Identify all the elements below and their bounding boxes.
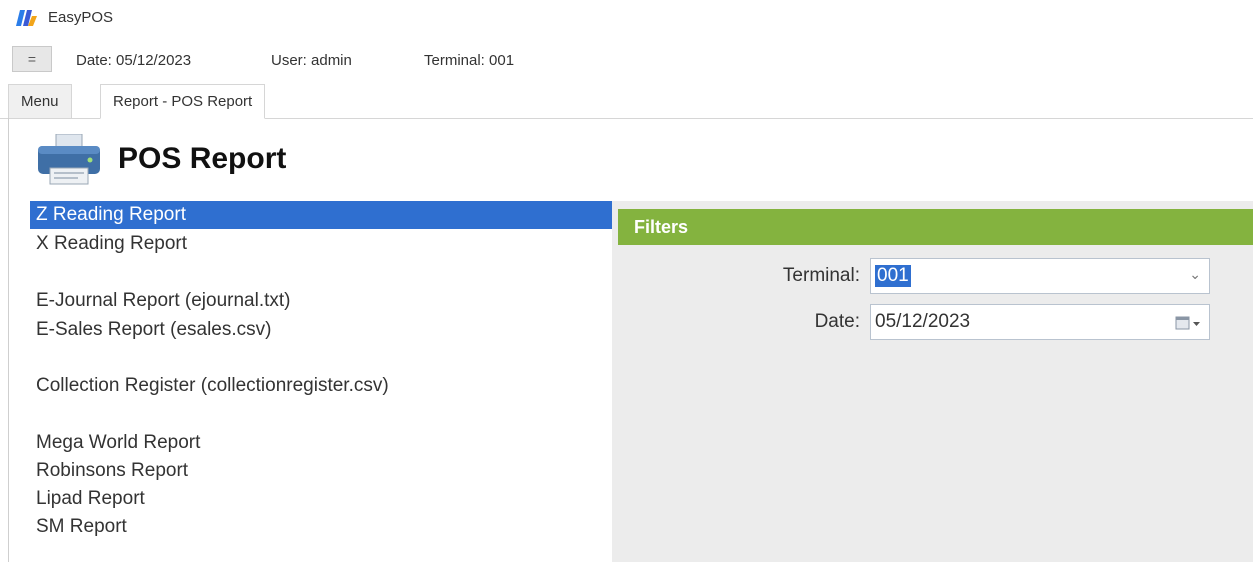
- report-item-label: Mega World Report: [36, 432, 201, 453]
- printer-icon: [38, 134, 100, 185]
- content-border: [8, 118, 9, 562]
- chevron-down-icon[interactable]: ⌄: [1189, 266, 1201, 283]
- menu-toggle-button[interactable]: =: [12, 46, 52, 72]
- filters-header: Filters: [618, 209, 1253, 245]
- report-item-label: E-Sales Report (esales.csv): [36, 319, 272, 340]
- terminal-info: Terminal: 001: [424, 52, 515, 69]
- title-bar: EasyPOS: [0, 0, 1253, 40]
- report-item-z-reading[interactable]: Z Reading Report: [30, 201, 612, 229]
- report-item-robinsons[interactable]: Robinsons Report: [30, 457, 612, 485]
- report-item-x-reading[interactable]: X Reading Report: [30, 230, 612, 258]
- date-value: 05/12/2023: [875, 311, 971, 332]
- tab-menu[interactable]: Menu: [8, 84, 72, 118]
- terminal-value: 001: [875, 265, 911, 287]
- report-item-collection-register[interactable]: Collection Register (collectionregister.…: [30, 372, 612, 400]
- report-item-label: Lipad Report: [36, 488, 145, 509]
- report-item-label: Collection Register (collectionregister.…: [36, 375, 389, 396]
- date-info: Date: 05/12/2023: [76, 52, 192, 69]
- report-item-label: Robinsons Report: [36, 460, 189, 481]
- report-item-mega-world[interactable]: Mega World Report: [30, 429, 612, 457]
- menu-toggle-icon: =: [27, 51, 37, 67]
- terminal-select[interactable]: 001 ⌄: [870, 258, 1210, 294]
- user-info: User: admin: [271, 52, 352, 69]
- info-bar: = Date: 05/12/2023 User: admin Terminal:…: [0, 40, 1253, 80]
- date-picker[interactable]: 05/12/2023: [870, 304, 1210, 340]
- page-title: POS Report: [118, 142, 287, 175]
- report-item-e-journal[interactable]: E-Journal Report (ejournal.txt): [30, 287, 612, 315]
- date-label: Date:: [814, 311, 860, 332]
- terminal-label: Terminal:: [782, 265, 860, 286]
- app-title: EasyPOS: [48, 9, 114, 26]
- report-item-label: SM Report: [36, 516, 127, 537]
- report-item-label: X Reading Report: [36, 233, 188, 254]
- tab-pos-report[interactable]: Report - POS Report: [100, 84, 266, 119]
- report-item-label: Z Reading Report: [36, 204, 186, 225]
- report-list: Z Reading Report X Reading Report E-Jour…: [30, 201, 612, 562]
- report-item-label: E-Journal Report (ejournal.txt): [36, 290, 291, 311]
- calendar-dropdown-icon[interactable]: [1175, 315, 1203, 331]
- tab-strip: Menu Report - POS Report: [0, 84, 1253, 119]
- report-item-lipad[interactable]: Lipad Report: [30, 485, 612, 513]
- filters-panel: Filters Terminal: 001 ⌄ Date: 05/12/2023: [612, 201, 1253, 562]
- report-item-sm[interactable]: SM Report: [30, 513, 612, 541]
- easypos-logo-icon: [16, 10, 37, 26]
- report-item-e-sales[interactable]: E-Sales Report (esales.csv): [30, 316, 612, 344]
